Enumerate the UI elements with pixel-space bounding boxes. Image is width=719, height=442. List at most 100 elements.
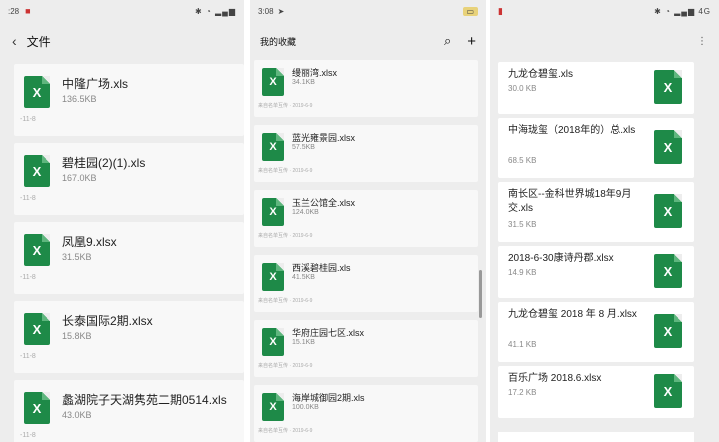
status-time: :28	[8, 6, 20, 16]
file-item[interactable]: 2018-6-30康诗丹郡.xlsx 14.9 KB X	[498, 246, 694, 298]
excel-file-icon: X	[262, 328, 284, 356]
excel-file-icon: X	[262, 68, 284, 96]
file-size: 124.0KB	[292, 209, 319, 216]
search-icon[interactable]: ⌕	[444, 33, 451, 49]
file-size: 15.8KB	[62, 331, 92, 341]
file-item[interactable]: 百乐广场 2018.6.xlsx 17.2 KB X	[498, 366, 694, 418]
file-source: 来自名单互传 · 2019-6-9	[258, 103, 313, 109]
file-size: 14.9 KB	[508, 268, 537, 277]
status-time: 3:08	[258, 6, 274, 16]
file-item-partial[interactable]	[498, 432, 694, 442]
file-size: 31.5 KB	[508, 220, 537, 229]
excel-file-icon: X	[24, 313, 50, 345]
status-bar: 3:08 ➤ ▭	[250, 0, 486, 22]
file-name: 百乐广场 2018.6.xlsx	[508, 373, 602, 384]
file-size: 41.1 KB	[508, 340, 537, 349]
location-icon: ➤	[277, 6, 285, 16]
excel-file-icon: X	[654, 70, 682, 104]
excel-file-icon: X	[262, 198, 284, 226]
more-icon[interactable]: ⋮	[697, 36, 707, 47]
excel-file-icon: X	[24, 392, 50, 424]
file-source: 来自名单互传 · 2019-6-9	[258, 233, 313, 239]
file-item[interactable]: X 缦丽湾.xlsx 34.1KB 来自名单互传 · 2019-6-9	[254, 60, 478, 117]
screenshot-collage: :28 ■ ✱ ◔ ▂▄▆ ‹ 文件 X 中隆广场.xls 136.5KB -1…	[0, 0, 719, 442]
file-name: 玉兰公馆全.xlsx	[292, 198, 356, 208]
file-size: 31.5KB	[62, 252, 92, 262]
file-item[interactable]: X 玉兰公馆全.xlsx 124.0KB 来自名单互传 · 2019-6-9	[254, 190, 478, 247]
excel-file-icon: X	[262, 263, 284, 291]
file-manager-panel: :28 ■ ✱ ◔ ▂▄▆ ‹ 文件 X 中隆广场.xls 136.5KB -1…	[0, 0, 244, 442]
status-bar: :28 ■ ✱ ◔ ▂▄▆	[0, 0, 244, 22]
excel-file-icon: X	[654, 130, 682, 164]
file-item[interactable]: X 凤凰9.xlsx 31.5KB -11-8	[14, 222, 244, 294]
notification-icon: ▮	[498, 5, 503, 16]
file-source: 来自名单互传 · 2019-6-9	[258, 363, 313, 369]
excel-file-icon: X	[262, 393, 284, 421]
excel-file-icon: X	[262, 133, 284, 161]
file-name: 海岸城御园2期.xls	[292, 393, 365, 403]
file-name: 蠡湖院子天湖隽苑二期0514.xls	[62, 393, 227, 407]
file-name: 中海珑玺（2018年的）总.xls	[508, 125, 636, 136]
file-item[interactable]: X 中隆广场.xls 136.5KB -11-8	[14, 64, 244, 136]
file-item[interactable]: X 海岸城御园2期.xls 100.0KB 来自名单互传 · 2019-6-9	[254, 385, 478, 442]
battery-icon: ▭	[463, 6, 478, 16]
file-size: 167.0KB	[62, 173, 97, 183]
file-item[interactable]: X 蠡湖院子天湖隽苑二期0514.xls 43.0KB -11-8	[14, 380, 244, 442]
file-date: -11-8	[20, 195, 36, 202]
plus-icon[interactable]: +	[467, 33, 476, 50]
file-name: 长泰国际2期.xlsx	[62, 314, 153, 328]
excel-file-icon: X	[24, 155, 50, 187]
file-name: 西溪碧桂园.xls	[292, 263, 351, 273]
file-name: 中隆广场.xls	[62, 77, 129, 91]
page-title: 文件	[26, 34, 51, 49]
signal-icons: ✱ ◔ ▂▄▆	[195, 6, 236, 16]
file-item[interactable]: 九龙仓碧玺.xls 30.0 KB X	[498, 62, 694, 114]
file-date: -11-8	[20, 116, 36, 123]
file-name: 九龙仓碧玺 2018 年 8 月.xlsx	[508, 309, 637, 320]
file-size: 30.0 KB	[508, 84, 537, 93]
excel-file-icon: X	[654, 254, 682, 288]
chevron-left-icon[interactable]: ‹	[12, 33, 17, 49]
file-item[interactable]: 中海珑玺（2018年的）总.xls 68.5 KB X	[498, 118, 694, 178]
file-name: 九龙仓碧玺.xls	[508, 69, 573, 80]
file-size: 34.1KB	[292, 79, 315, 86]
network-type: 4G	[698, 6, 711, 16]
scrollbar[interactable]	[479, 270, 482, 318]
file-name: 蓝光雍景园.xlsx	[292, 133, 356, 143]
excel-file-icon: X	[24, 234, 50, 266]
file-name: 缦丽湾.xlsx	[292, 68, 338, 78]
file-item[interactable]: X 西溪碧桂园.xls 41.5KB 来自名单互传 · 2019-6-9	[254, 255, 478, 312]
favorites-panel: 3:08 ➤ ▭ 我的收藏 ⌕ + X 缦丽湾.xlsx 34.1KB 来自名单…	[250, 0, 486, 442]
file-name: 南长区--金科世界城18年9月交.xls	[508, 189, 632, 214]
file-size: 100.0KB	[292, 404, 319, 411]
file-size: 136.5KB	[62, 94, 97, 104]
excel-file-icon: X	[654, 374, 682, 408]
file-item[interactable]: X 长泰国际2期.xlsx 15.8KB -11-8	[14, 301, 244, 373]
file-item[interactable]: X 碧桂园(2)(1).xls 167.0KB -11-8	[14, 143, 244, 215]
file-size: 41.5KB	[292, 274, 315, 281]
file-source: 来自名单互传 · 2019-6-9	[258, 168, 313, 174]
file-date: -11-8	[20, 274, 36, 281]
file-item[interactable]: 南长区--金科世界城18年9月交.xls 31.5 KB X	[498, 182, 694, 242]
file-date: -11-8	[20, 353, 36, 360]
signal-icons: ✱ ◔ ▂▄▆ 4G	[654, 6, 711, 16]
page-title: 我的收藏	[260, 36, 297, 47]
file-source: 来自名单互传 · 2019-6-9	[258, 428, 313, 434]
file-item[interactable]: X 华府庄园七区.xlsx 15.1KB 来自名单互传 · 2019-6-9	[254, 320, 478, 377]
app-header: ‹ 文件	[0, 22, 244, 60]
excel-file-icon: X	[654, 194, 682, 228]
file-name: 2018-6-30康诗丹郡.xlsx	[508, 253, 614, 264]
file-size: 17.2 KB	[508, 388, 537, 397]
notification-icon: ■	[25, 6, 31, 16]
file-name: 凤凰9.xlsx	[62, 235, 117, 249]
file-item[interactable]: 九龙仓碧玺 2018 年 8 月.xlsx 41.1 KB X	[498, 302, 694, 362]
file-item[interactable]: X 蓝光雍景园.xlsx 57.5KB 来自名单互传 · 2019-6-9	[254, 125, 478, 182]
excel-file-icon: X	[24, 76, 50, 108]
file-name: 碧桂园(2)(1).xls	[62, 156, 146, 170]
file-date: -11-8	[20, 432, 36, 439]
file-list-panel: ▮ ✱ ◔ ▂▄▆ 4G ⋮ 九龙仓碧玺.xls 30.0 KB X 中海珑玺（…	[490, 0, 719, 442]
file-size: 68.5 KB	[508, 156, 537, 165]
app-header: 我的收藏 ⌕ +	[250, 22, 486, 60]
app-header: ⋮	[490, 22, 719, 60]
file-size: 15.1KB	[292, 339, 315, 346]
